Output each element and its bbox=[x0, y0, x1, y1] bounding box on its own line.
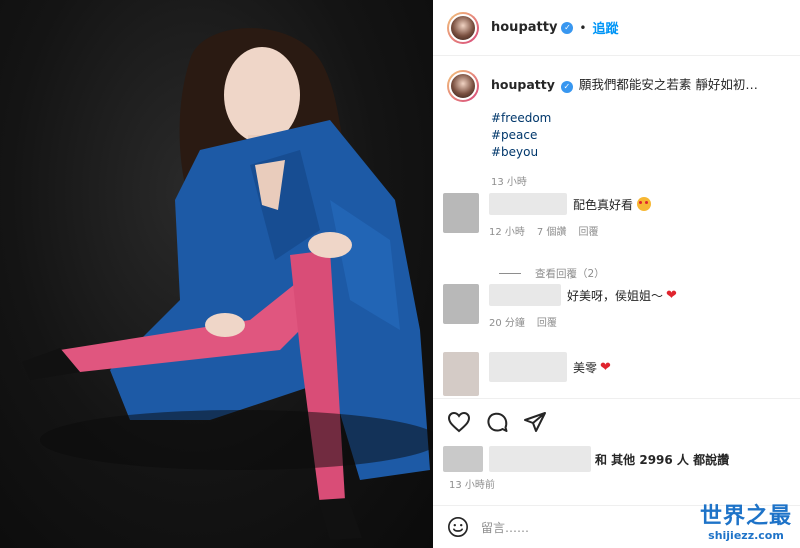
replies-line bbox=[499, 273, 521, 274]
watermark-url: shijiezz.com bbox=[708, 529, 784, 542]
watermark-title: 世界之最 bbox=[699, 504, 792, 529]
caption-username[interactable]: houpatty bbox=[491, 77, 555, 92]
likes-summary[interactable]: 和 其他 2996 人 都說讚 bbox=[443, 446, 729, 472]
redacted-username bbox=[489, 284, 561, 306]
comment-item: 配色真好看 12 小時 7 個讚 回覆 bbox=[443, 193, 793, 238]
comment-time: 20 分鐘 bbox=[489, 318, 525, 329]
commenter-avatar[interactable] bbox=[443, 284, 479, 324]
caption-timestamp: 13 小時 bbox=[491, 177, 527, 188]
comment-bubble-icon[interactable] bbox=[485, 410, 509, 434]
hashtag-link[interactable]: #peace bbox=[491, 127, 792, 144]
smiley-icon[interactable] bbox=[447, 516, 469, 538]
reply-button[interactable]: 回覆 bbox=[578, 223, 598, 238]
likes-text[interactable]: 和 其他 2996 人 都說讚 bbox=[595, 451, 729, 468]
comment-text: 美零 bbox=[573, 360, 598, 375]
follow-button[interactable]: 追蹤 bbox=[593, 18, 619, 37]
caption-text: 願我們都能安之若素 靜好如初… bbox=[578, 77, 758, 92]
commenter-avatar[interactable] bbox=[443, 193, 479, 233]
post-photo bbox=[0, 0, 433, 548]
comment-time: 12 小時 bbox=[489, 227, 525, 238]
caption-verified-badge-icon: ✓ bbox=[560, 81, 573, 93]
post-caption: houpatty ✓ 願我們都能安之若素 靜好如初… #freedom #peace… bbox=[447, 70, 792, 188]
comment-input-placeholder[interactable]: 留言…… bbox=[481, 519, 529, 536]
model-illustration bbox=[22, 28, 433, 540]
verified-badge-icon: ✓ bbox=[561, 21, 574, 34]
author-avatar[interactable] bbox=[447, 11, 479, 44]
view-replies-button[interactable]: 查看回覆（2） bbox=[499, 266, 605, 281]
separator-dot: • bbox=[579, 20, 587, 35]
heart-emoji-icon: ❤ bbox=[666, 287, 677, 303]
caption-avatar[interactable] bbox=[447, 70, 479, 102]
comment-item: 美零 ❤ bbox=[443, 352, 793, 396]
heart-outline-icon[interactable] bbox=[447, 410, 471, 434]
comment-likes[interactable]: 7 個讚 bbox=[537, 223, 567, 238]
star-struck-emoji-icon bbox=[637, 197, 652, 211]
hashtag-list: #freedom #peace #beyou bbox=[491, 110, 792, 161]
reply-button[interactable]: 回覆 bbox=[537, 314, 557, 329]
post-side-panel: houpatty ✓ • 追蹤 houpatty ✓ 願我們都能安之若素 靜好如初…… bbox=[433, 0, 800, 548]
redacted-username bbox=[489, 193, 567, 215]
comment-item: 好美呀，侯姐姐～ ❤ 20 分鐘 回覆 bbox=[443, 284, 793, 329]
redacted-liker-name bbox=[489, 446, 591, 472]
comment-text: 配色真好看 bbox=[573, 197, 634, 212]
hashtag-link[interactable]: #freedom bbox=[491, 110, 792, 127]
site-watermark: 世界之最 shijiezz.com bbox=[699, 504, 792, 543]
view-replies-label[interactable]: 查看回覆（2） bbox=[535, 266, 605, 281]
actions-divider bbox=[433, 398, 800, 399]
post-timestamp: 13 小時前 bbox=[449, 480, 495, 491]
post-header: houpatty ✓ • 追蹤 bbox=[433, 0, 800, 56]
author-username[interactable]: houpatty bbox=[491, 20, 557, 35]
liker-avatar bbox=[443, 446, 483, 472]
add-comment-box[interactable]: 留言…… bbox=[447, 516, 529, 538]
heart-emoji-icon: ❤ bbox=[600, 359, 611, 375]
commenter-avatar[interactable] bbox=[443, 352, 479, 396]
comment-text: 好美呀，侯姐姐～ bbox=[567, 288, 664, 303]
hashtag-link[interactable]: #beyou bbox=[491, 144, 792, 161]
post-actions bbox=[447, 410, 547, 434]
redacted-username bbox=[489, 352, 567, 382]
paper-plane-icon[interactable] bbox=[523, 410, 547, 434]
